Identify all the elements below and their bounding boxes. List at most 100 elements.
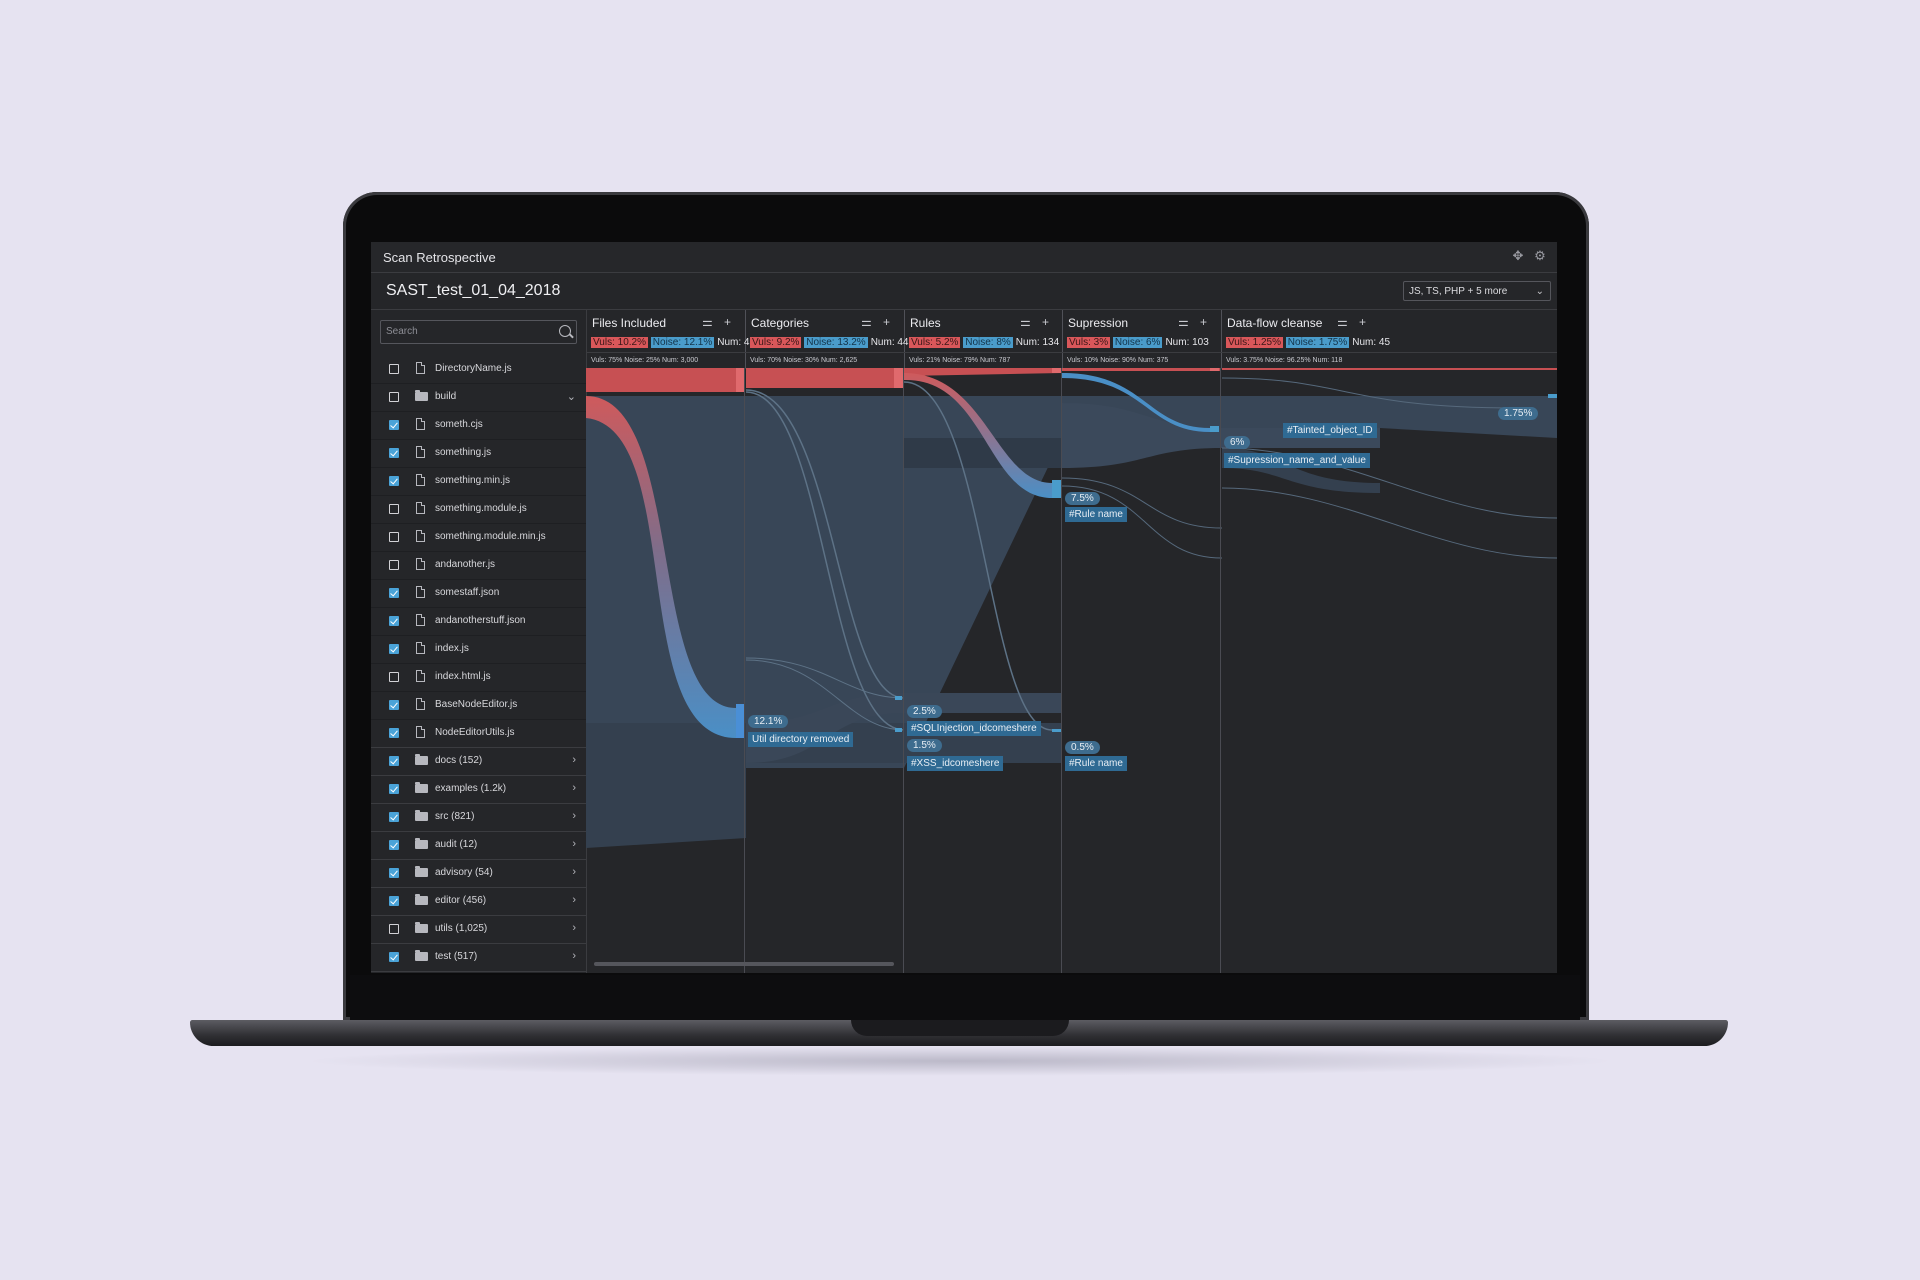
checkbox[interactable]	[389, 868, 399, 878]
noise-stat: Noise: 12.1%	[650, 337, 715, 348]
checkbox[interactable]	[389, 448, 399, 458]
chevron-right-icon[interactable]: ›	[572, 950, 576, 962]
tree-item-label: src (821)	[435, 811, 475, 822]
chevron-right-icon[interactable]: ›	[572, 782, 576, 794]
file-row[interactable]: somestaff.json	[371, 580, 586, 608]
node-label-rule[interactable]: #Rule name	[1065, 507, 1127, 522]
checkbox[interactable]	[389, 756, 399, 766]
vuls-bar-supression	[1062, 368, 1220, 371]
chevron-right-icon[interactable]: ›	[572, 810, 576, 822]
chevron-right-icon[interactable]: ›	[572, 838, 576, 850]
node-label-sql[interactable]: #SQLInjection_idcomeshere	[907, 721, 1041, 736]
move-icon[interactable]: ✥	[1510, 248, 1526, 264]
checkbox[interactable]	[389, 532, 399, 542]
checkbox[interactable]	[389, 784, 399, 794]
checkbox[interactable]	[389, 896, 399, 906]
checkbox[interactable]	[389, 952, 399, 962]
column-detail-stats: Vuls: 75% Noise: 25% Num: 3,000	[591, 357, 699, 364]
file-row[interactable]: something.min.js	[371, 468, 586, 496]
checkbox[interactable]	[389, 364, 399, 374]
node-pct-util[interactable]: 12.1%	[748, 715, 789, 728]
search-input[interactable]: Search	[380, 320, 577, 344]
checkbox[interactable]	[389, 924, 399, 934]
folder-row[interactable]: editor (456) ›	[371, 888, 586, 916]
checkbox[interactable]	[389, 700, 399, 710]
vuls-node-supression	[1210, 368, 1219, 371]
folder-row[interactable]: utils (1,025) ›	[371, 916, 586, 944]
checkbox[interactable]	[389, 476, 399, 486]
chevron-right-icon[interactable]: ›	[572, 894, 576, 906]
folder-row[interactable]: audit (12) ›	[371, 832, 586, 860]
column-title: Files Included	[592, 316, 667, 330]
file-row[interactable]: andanother.js	[371, 552, 586, 580]
file-row[interactable]: something.js	[371, 440, 586, 468]
horizontal-scrollbar[interactable]	[594, 962, 894, 966]
search-icon[interactable]	[559, 325, 571, 337]
chevron-right-icon[interactable]: ›	[572, 754, 576, 766]
file-row[interactable]: something.module.js	[371, 496, 586, 524]
node-label-tainted[interactable]: #Tainted_object_ID	[1283, 423, 1377, 438]
chevron-right-icon[interactable]: ›	[572, 866, 576, 878]
gear-icon[interactable]: ⚙	[1532, 248, 1548, 264]
column-stats: Vuls: 3% Noise: 6% Num: 103	[1067, 337, 1209, 348]
node-pct-rule[interactable]: 7.5%	[1065, 492, 1100, 505]
folder-row[interactable]: build ⌄	[371, 384, 586, 412]
scan-header: SAST_test_01_04_2018 JS, TS, PHP + 5 mor…	[371, 273, 1557, 310]
column-stats: Vuls: 10.2% Noise: 12.1% Num: 463	[591, 337, 761, 348]
noise-stat: Noise: 6%	[1112, 337, 1163, 348]
folder-row[interactable]: src (821) ›	[371, 804, 586, 832]
node-label-supression[interactable]: #Supression_name_and_value	[1224, 453, 1370, 468]
plus-icon[interactable]: +	[1359, 315, 1366, 329]
sliders-icon[interactable]: ⚌	[1020, 315, 1031, 329]
laptop-bezel	[350, 975, 1580, 1020]
file-row[interactable]: DirectoryName.js	[371, 356, 586, 384]
plus-icon[interactable]: +	[883, 315, 890, 329]
flow-line	[1221, 487, 1557, 559]
sliders-icon[interactable]: ⚌	[702, 315, 713, 329]
folder-row[interactable]: examples (1.2k) ›	[371, 776, 586, 804]
sliders-icon[interactable]: ⚌	[1178, 315, 1189, 329]
folder-row[interactable]: advisory (54) ›	[371, 860, 586, 888]
checkbox[interactable]	[389, 812, 399, 822]
node-pct-rule-small[interactable]: 0.5%	[1065, 741, 1100, 754]
checkbox[interactable]	[389, 504, 399, 514]
language-filter-select[interactable]: JS, TS, PHP + 5 more ⌄	[1403, 281, 1551, 301]
folder-row[interactable]: docs (152) ›	[371, 748, 586, 776]
checkbox[interactable]	[389, 644, 399, 654]
node-pct-xss[interactable]: 1.5%	[907, 739, 942, 752]
plus-icon[interactable]: +	[1200, 315, 1207, 329]
node-pct-tainted[interactable]: 1.75%	[1498, 407, 1539, 420]
plus-icon[interactable]: +	[1042, 315, 1049, 329]
sliders-icon[interactable]: ⚌	[861, 315, 872, 329]
file-row[interactable]: index.html.js	[371, 664, 586, 692]
chevron-right-icon[interactable]: ›	[572, 922, 576, 934]
node-label-util[interactable]: Util directory removed	[748, 732, 854, 747]
tree-item-label: advisory (54)	[435, 867, 493, 878]
file-row[interactable]: andanotherstuff.json	[371, 608, 586, 636]
checkbox[interactable]	[389, 840, 399, 850]
sliders-icon[interactable]: ⚌	[1337, 315, 1348, 329]
checkbox[interactable]	[389, 728, 399, 738]
checkbox[interactable]	[389, 420, 399, 430]
folder-row[interactable]: test (517) ›	[371, 944, 586, 972]
checkbox[interactable]	[389, 616, 399, 626]
checkbox[interactable]	[389, 588, 399, 598]
node-label-xss[interactable]: #XSS_idcomeshere	[907, 756, 1004, 771]
file-row[interactable]: NodeEditorUtils.js	[371, 720, 586, 748]
column-stats: Vuls: 9.2% Noise: 13.2% Num: 446	[750, 337, 914, 348]
plus-icon[interactable]: +	[724, 315, 731, 329]
checkbox[interactable]	[389, 672, 399, 682]
node-pct-sql[interactable]: 2.5%	[907, 705, 942, 718]
file-row[interactable]: someth.cjs	[371, 412, 586, 440]
chevron-down-icon[interactable]: ⌄	[567, 390, 576, 403]
file-icon	[416, 558, 425, 570]
file-row[interactable]: something.module.min.js	[371, 524, 586, 552]
file-row[interactable]: BaseNodeEditor.js	[371, 692, 586, 720]
checkbox[interactable]	[389, 560, 399, 570]
node-pct-supression[interactable]: 6%	[1224, 436, 1251, 449]
file-row[interactable]: index.js	[371, 636, 586, 664]
checkbox[interactable]	[389, 392, 399, 402]
column-header: Categories ⚌ + Vuls: 9.2% Noise: 13.2% Num: …	[745, 310, 914, 368]
node-label-rule-small[interactable]: #Rule name	[1065, 756, 1127, 771]
node-supression	[1210, 426, 1219, 432]
